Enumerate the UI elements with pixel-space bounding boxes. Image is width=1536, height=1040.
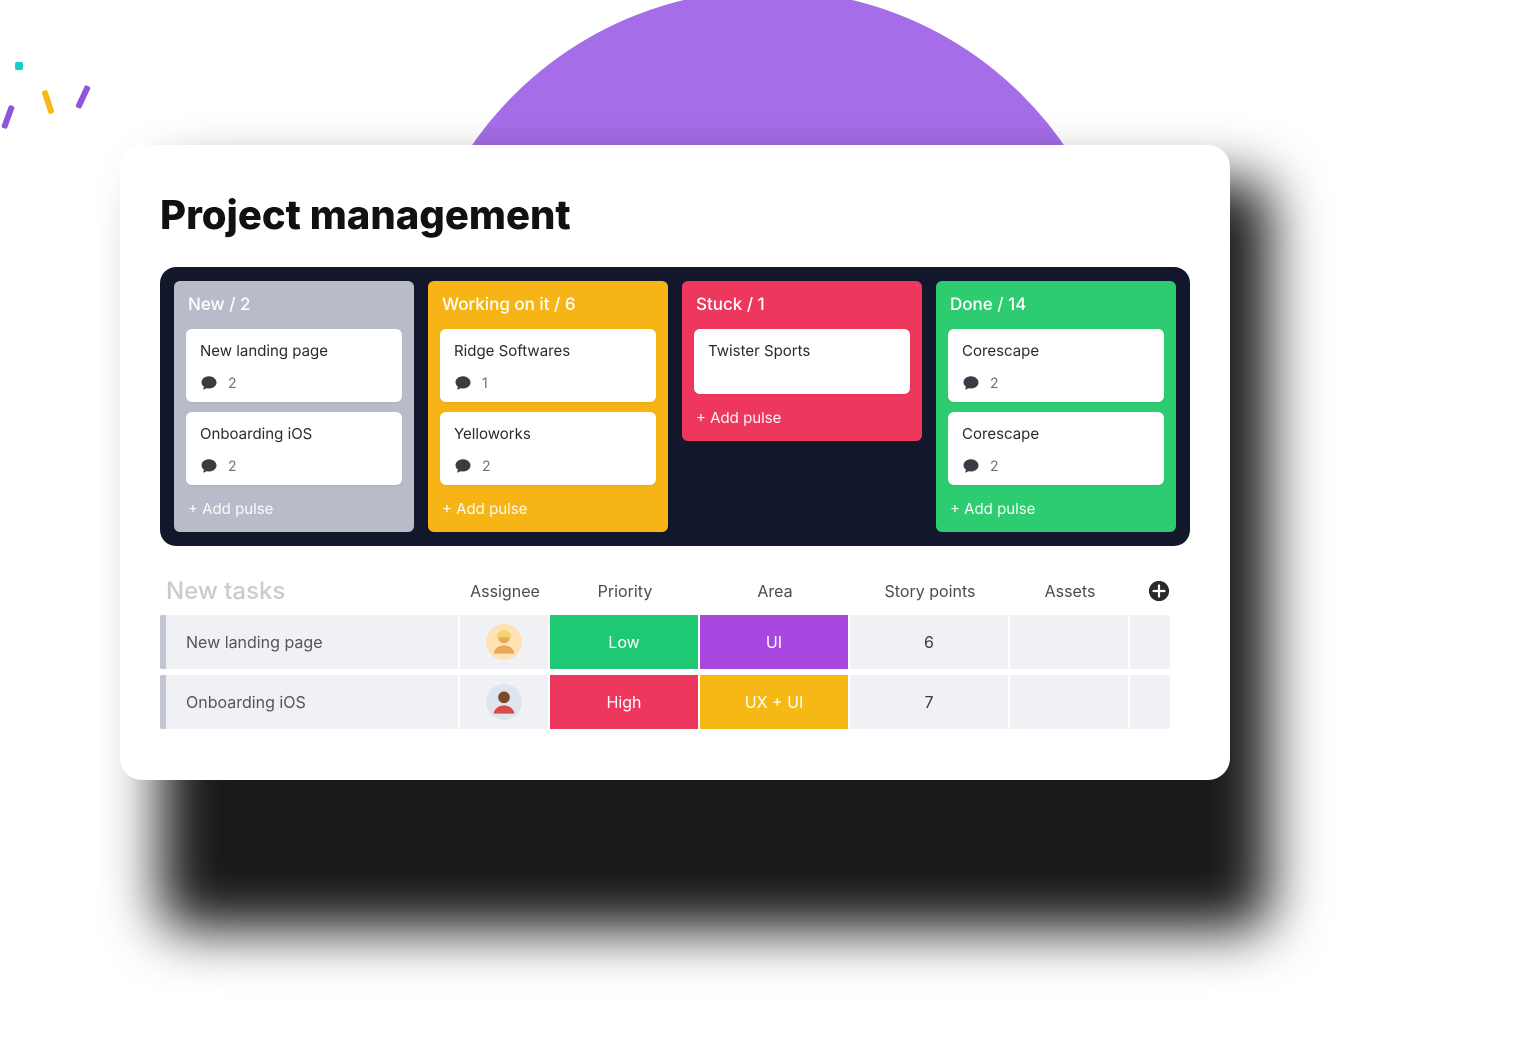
card-title: Ridge Softwares bbox=[454, 341, 642, 360]
comment-count: 2 bbox=[990, 375, 999, 392]
task-name-cell[interactable]: Onboarding iOS bbox=[166, 675, 460, 729]
tasks-header-row: New tasks Assignee Priority Area Story p… bbox=[160, 576, 1190, 615]
column-header-working[interactable]: Working on it / 6 bbox=[440, 293, 656, 319]
col-header-priority[interactable]: Priority bbox=[550, 581, 700, 601]
area-cell[interactable]: UI bbox=[700, 615, 850, 669]
area-cell[interactable]: UX + UI bbox=[700, 675, 850, 729]
row-tail-cell bbox=[1130, 615, 1170, 669]
col-header-area[interactable]: Area bbox=[700, 581, 850, 601]
comment-count: 2 bbox=[228, 458, 237, 475]
kanban-card[interactable]: Twister Sports bbox=[694, 329, 910, 394]
kanban-card[interactable]: Yelloworks 2 bbox=[440, 412, 656, 485]
column-header-done[interactable]: Done / 14 bbox=[948, 293, 1164, 319]
comment-count: 2 bbox=[228, 375, 237, 392]
card-title: Corescape bbox=[962, 341, 1150, 360]
col-header-assets[interactable]: Assets bbox=[1010, 581, 1130, 601]
kanban-board: New / 2 New landing page 2 Onboarding iO… bbox=[160, 267, 1190, 546]
comment-count: 1 bbox=[482, 375, 488, 392]
add-column-button[interactable] bbox=[1148, 580, 1170, 602]
task-row[interactable]: New landing page Low UI 6 bbox=[160, 615, 1190, 669]
priority-cell[interactable]: High bbox=[550, 675, 700, 729]
column-working: Working on it / 6 Ridge Softwares 1 Yell… bbox=[428, 281, 668, 532]
tasks-section: New tasks Assignee Priority Area Story p… bbox=[160, 576, 1190, 729]
column-stuck: Stuck / 1 Twister Sports + Add pulse bbox=[682, 281, 922, 441]
card-title: Onboarding iOS bbox=[200, 424, 388, 443]
task-name-cell[interactable]: New landing page bbox=[166, 615, 460, 669]
card-title: Yelloworks bbox=[454, 424, 642, 443]
column-header-new[interactable]: New / 2 bbox=[186, 293, 402, 319]
points-cell[interactable]: 7 bbox=[850, 675, 1010, 729]
add-pulse-button[interactable]: + Add pulse bbox=[694, 404, 910, 427]
add-pulse-button[interactable]: + Add pulse bbox=[186, 495, 402, 518]
add-pulse-button[interactable]: + Add pulse bbox=[948, 495, 1164, 518]
kanban-card[interactable]: Onboarding iOS 2 bbox=[186, 412, 402, 485]
card-title: Corescape bbox=[962, 424, 1150, 443]
page-title: Project management bbox=[160, 190, 1190, 239]
assignee-cell[interactable] bbox=[460, 675, 550, 729]
comment-icon bbox=[200, 374, 218, 392]
row-tail-cell bbox=[1130, 675, 1170, 729]
card-title: Twister Sports bbox=[708, 341, 896, 360]
column-done: Done / 14 Corescape 2 Corescape 2 bbox=[936, 281, 1176, 532]
kanban-card[interactable]: Corescape 2 bbox=[948, 329, 1164, 402]
comment-icon bbox=[454, 374, 472, 392]
main-panel: Project management New / 2 New landing p… bbox=[120, 145, 1230, 780]
assignee-cell[interactable] bbox=[460, 615, 550, 669]
kanban-card[interactable]: New landing page 2 bbox=[186, 329, 402, 402]
col-header-points[interactable]: Story points bbox=[850, 581, 1010, 601]
tasks-section-title: New tasks bbox=[160, 576, 460, 605]
task-row[interactable]: Onboarding iOS High UX + UI 7 bbox=[160, 675, 1190, 729]
card-title: New landing page bbox=[200, 341, 388, 360]
column-new: New / 2 New landing page 2 Onboarding iO… bbox=[174, 281, 414, 532]
assets-cell[interactable] bbox=[1010, 615, 1130, 669]
comment-icon bbox=[962, 374, 980, 392]
points-cell[interactable]: 6 bbox=[850, 615, 1010, 669]
priority-cell[interactable]: Low bbox=[550, 615, 700, 669]
comment-icon bbox=[454, 457, 472, 475]
kanban-card[interactable]: Ridge Softwares 1 bbox=[440, 329, 656, 402]
col-header-assignee[interactable]: Assignee bbox=[460, 581, 550, 601]
comment-icon bbox=[962, 457, 980, 475]
comment-count: 2 bbox=[990, 458, 999, 475]
avatar bbox=[486, 684, 522, 720]
comment-count: 2 bbox=[482, 458, 491, 475]
add-pulse-button[interactable]: + Add pulse bbox=[440, 495, 656, 518]
kanban-card[interactable]: Corescape 2 bbox=[948, 412, 1164, 485]
avatar bbox=[486, 624, 522, 660]
comment-icon bbox=[200, 457, 218, 475]
assets-cell[interactable] bbox=[1010, 675, 1130, 729]
column-header-stuck[interactable]: Stuck / 1 bbox=[694, 293, 910, 319]
